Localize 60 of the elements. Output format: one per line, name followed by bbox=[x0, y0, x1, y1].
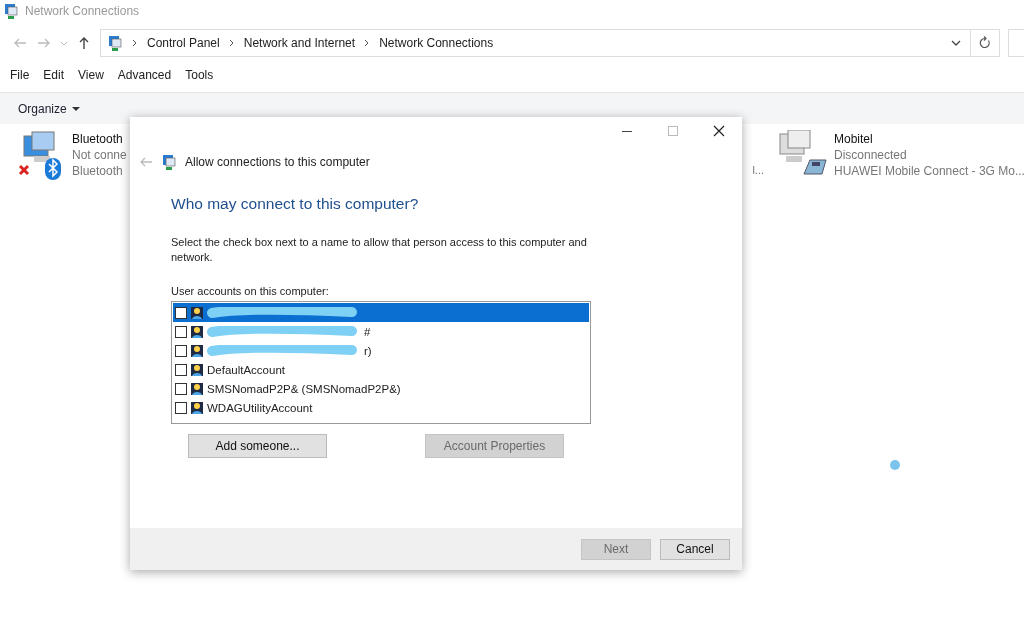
dialog-button[interactable]: Add someone... bbox=[188, 434, 327, 458]
connection-device: HUAWEI Mobile Connect - 3G Mo... bbox=[834, 164, 1024, 178]
window-title: Network Connections bbox=[25, 4, 140, 18]
organize-button[interactable]: Organize bbox=[18, 101, 80, 116]
menu-item[interactable]: File bbox=[10, 68, 30, 88]
account-row[interactable]: # bbox=[173, 322, 589, 341]
maximize-icon bbox=[668, 126, 678, 136]
menu-item[interactable]: Edit bbox=[43, 68, 65, 88]
connection-device: Bluetooth bbox=[72, 164, 124, 178]
modem-adapter-icon bbox=[778, 130, 828, 178]
user-icon bbox=[190, 381, 204, 396]
footer-button[interactable]: Cancel bbox=[660, 538, 730, 560]
checkbox[interactable] bbox=[175, 344, 187, 357]
account-name: DefaultAccount bbox=[207, 363, 285, 376]
checkbox[interactable] bbox=[175, 363, 187, 376]
user-icon bbox=[190, 305, 204, 320]
connection-name: Bluetooth bbox=[72, 132, 124, 146]
connection-device: l... bbox=[752, 164, 764, 176]
network-folder-icon bbox=[107, 35, 123, 51]
checkbox[interactable] bbox=[175, 401, 187, 414]
instruction-text: Select the check box next to a name to allow that person access to this computer and network. bbox=[171, 235, 588, 265]
breadcrumb-link[interactable]: Network Connections bbox=[379, 36, 494, 50]
account-list[interactable]: # r) DefaultAccount SMSNomadP2P& (SMSNomadP2P&) WDAGUtilityAccount bbox=[171, 301, 591, 424]
connection-name: Mobitel bbox=[834, 132, 874, 146]
search-field[interactable] bbox=[1008, 29, 1024, 57]
caret-down-icon bbox=[71, 106, 80, 112]
account-name: WDAGUtilityAccount bbox=[207, 401, 313, 414]
checkbox[interactable] bbox=[175, 382, 187, 395]
breadcrumb-link[interactable]: Control Panel bbox=[147, 36, 220, 50]
back-arrow-icon bbox=[139, 155, 153, 169]
dialog-title: Allow connections to this computer bbox=[185, 155, 370, 169]
refresh-icon bbox=[978, 36, 992, 50]
connection-status: Not conne bbox=[72, 148, 127, 162]
checkbox[interactable] bbox=[175, 306, 187, 319]
refresh-button[interactable] bbox=[970, 29, 1000, 57]
user-icon bbox=[190, 362, 204, 377]
list-label: User accounts on this computer: bbox=[171, 285, 330, 297]
user-icon bbox=[190, 400, 204, 415]
menu-item[interactable]: Tools bbox=[185, 68, 214, 88]
address-bar[interactable]: Control Panel Network and Internet Network Connections bbox=[100, 29, 971, 57]
network-folder-icon bbox=[3, 3, 19, 19]
user-icon bbox=[190, 324, 204, 339]
minimize-icon bbox=[622, 130, 632, 132]
account-name: SMSNomadP2P& (SMSNomadP2P&) bbox=[207, 382, 401, 395]
account-row[interactable]: WDAGUtilityAccount bbox=[173, 398, 589, 417]
menu-item[interactable]: View bbox=[78, 68, 104, 88]
menu-item[interactable]: Advanced bbox=[117, 68, 172, 88]
account-row[interactable]: SMSNomadP2P& (SMSNomadP2P&) bbox=[173, 379, 589, 398]
dialog-heading: Who may connect to this computer? bbox=[171, 195, 420, 213]
close-icon bbox=[713, 125, 725, 137]
account-name: r) bbox=[364, 344, 372, 357]
dropdown-caret-icon bbox=[60, 40, 68, 46]
connection-status: Disconnected bbox=[834, 148, 908, 162]
account-name: # bbox=[364, 325, 371, 338]
user-icon bbox=[190, 343, 204, 358]
checkbox[interactable] bbox=[175, 325, 187, 338]
account-row[interactable]: r) bbox=[173, 341, 589, 360]
breadcrumb-link[interactable]: Network and Internet bbox=[243, 36, 356, 50]
account-row[interactable]: DefaultAccount bbox=[173, 360, 589, 379]
network-folder-icon bbox=[161, 154, 177, 170]
